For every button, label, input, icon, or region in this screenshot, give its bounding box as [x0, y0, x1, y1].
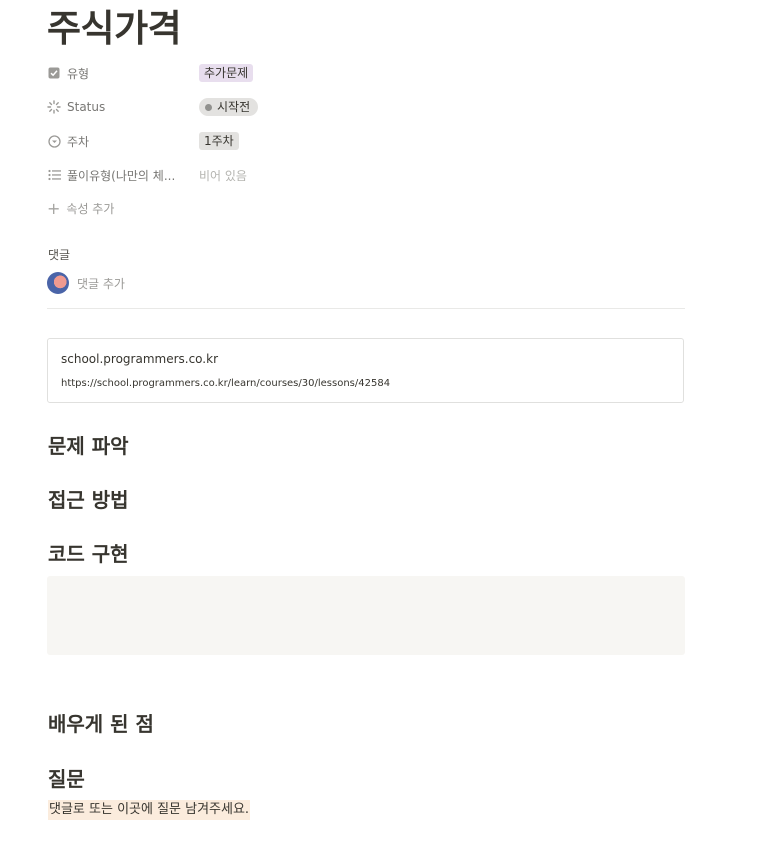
- heading-learned[interactable]: 배우게 된 점: [48, 711, 154, 737]
- heading-code[interactable]: 코드 구현: [48, 541, 129, 567]
- plus-icon: +: [47, 198, 61, 218]
- property-row-status[interactable]: Status 시작전: [47, 93, 685, 121]
- status-text: 시작전: [217, 100, 251, 114]
- avatar: [47, 272, 69, 294]
- property-label: 풀이유형(나만의 체...: [67, 168, 176, 183]
- property-row-week[interactable]: 주차 1주차: [47, 127, 685, 155]
- comments-label: 댓글: [48, 248, 71, 262]
- add-property-button[interactable]: + 속성 추가: [47, 200, 114, 217]
- property-name[interactable]: Status: [47, 100, 199, 114]
- page-title[interactable]: 주식가격: [47, 6, 182, 52]
- select-icon: [47, 134, 61, 148]
- property-value[interactable]: 1주차: [199, 132, 239, 150]
- checkbox-icon: [47, 66, 61, 80]
- heading-problem[interactable]: 문제 파악: [48, 433, 129, 459]
- property-label: Status: [67, 100, 106, 114]
- bookmark-url: https://school.programmers.co.kr/learn/c…: [61, 378, 391, 389]
- property-label: 주차: [67, 134, 90, 149]
- property-label: 유형: [67, 66, 90, 81]
- tag-badge[interactable]: 추가문제: [199, 64, 254, 82]
- bookmark-card[interactable]: school.programmers.co.kr https://school.…: [47, 338, 684, 403]
- add-property-label: 속성 추가: [66, 202, 115, 216]
- tag-badge[interactable]: 1주차: [199, 132, 239, 150]
- property-name[interactable]: 주차: [47, 133, 199, 150]
- property-value[interactable]: 비어 있음: [199, 167, 247, 184]
- list-icon: [47, 168, 61, 182]
- property-row-type[interactable]: 유형 추가문제: [47, 59, 685, 87]
- status-badge[interactable]: 시작전: [199, 98, 259, 116]
- property-row-solution-type[interactable]: 풀이유형(나만의 체... 비어 있음: [47, 161, 685, 189]
- heading-question[interactable]: 질문: [48, 766, 85, 792]
- property-value[interactable]: 시작전: [199, 98, 259, 116]
- heading-approach[interactable]: 접근 방법: [48, 487, 129, 513]
- property-value[interactable]: 추가문제: [199, 64, 254, 82]
- status-icon: [47, 100, 61, 114]
- bookmark-title: school.programmers.co.kr: [61, 352, 219, 366]
- divider: [47, 308, 685, 309]
- code-block[interactable]: [47, 576, 685, 655]
- empty-value: 비어 있음: [199, 168, 247, 183]
- property-name[interactable]: 풀이유형(나만의 체...: [47, 167, 199, 184]
- property-name[interactable]: 유형: [47, 65, 199, 82]
- add-comment-input[interactable]: 댓글 추가: [47, 272, 125, 294]
- comment-placeholder: 댓글 추가: [77, 276, 125, 291]
- question-note[interactable]: 댓글로 또는 이곳에 질문 남겨주세요.: [48, 800, 251, 820]
- status-dot-icon: [205, 103, 212, 111]
